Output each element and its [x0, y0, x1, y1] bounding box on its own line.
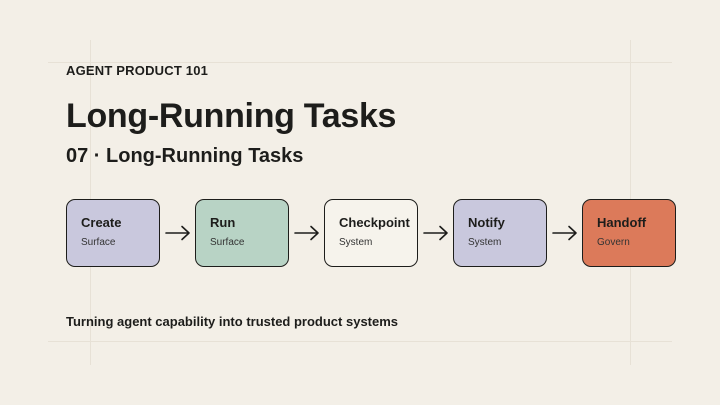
flow-node-label: Run	[210, 215, 236, 230]
arrow-right-icon	[547, 199, 582, 267]
page-title: Long-Running Tasks	[66, 97, 397, 135]
flow-node-sublabel: Surface	[210, 237, 245, 248]
eyebrow-label: AGENT PRODUCT 101	[66, 63, 209, 78]
flow-node-label: Create	[81, 215, 122, 230]
flow-node-sublabel: System	[339, 237, 373, 248]
flow-node-create: Create Surface	[66, 199, 160, 267]
footer-tagline: Turning agent capability into trusted pr…	[66, 314, 399, 329]
arrow-right-icon	[289, 199, 324, 267]
page-subtitle: 07 · Long-Running Tasks	[66, 145, 304, 167]
flow-node-label: Checkpoint	[339, 215, 410, 230]
flow-node-sublabel: Surface	[81, 237, 116, 248]
flow-node-sublabel: System	[468, 237, 502, 248]
arrow-right-icon	[160, 199, 195, 267]
flow-node-notify: Notify System	[453, 199, 547, 267]
flow-node-sublabel: Govern	[597, 237, 630, 248]
flow-node-run: Run Surface	[195, 199, 289, 267]
flow-node-label: Handoff	[597, 215, 647, 230]
flow-node-label: Notify	[468, 215, 505, 230]
flow-node-checkpoint: Checkpoint System	[324, 199, 418, 267]
guide-line-bottom	[48, 341, 672, 342]
arrow-right-icon	[418, 199, 453, 267]
flow-node-handoff: Handoff Govern	[582, 199, 676, 267]
flow-diagram: Create Surface Run Surface Checkpoint Sy…	[66, 199, 676, 267]
